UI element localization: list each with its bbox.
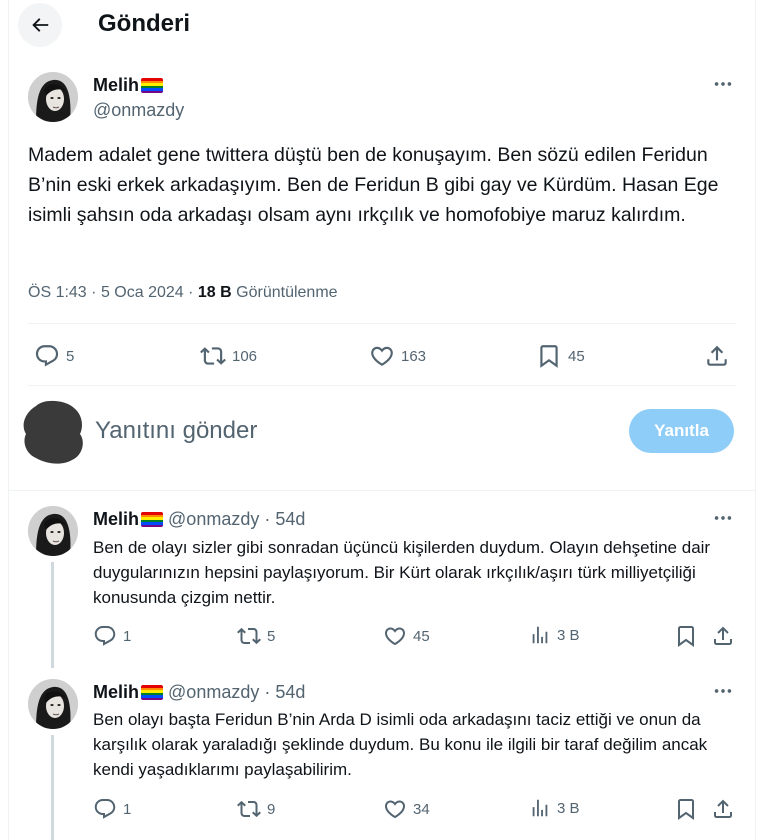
share-icon: [711, 797, 735, 821]
profile-photo: [28, 679, 78, 729]
avatar[interactable]: [28, 72, 78, 122]
reply-icon: [34, 343, 60, 369]
divider: [28, 323, 736, 324]
author-name[interactable]: Melih: [93, 74, 164, 96]
reply-age[interactable]: · 54d: [264, 682, 305, 702]
reply-author-handle[interactable]: @onmazdy: [168, 682, 259, 702]
more-options-button[interactable]: [709, 508, 737, 528]
heart-icon: [383, 624, 407, 648]
rainbow-flag-icon: [141, 78, 164, 93]
reply-icon: [93, 624, 117, 648]
tweet-meta: ÖS 1:43 · 5 Oca 2024 · 18 B Görüntülenme: [28, 284, 338, 301]
views-action[interactable]: 3 B: [529, 797, 580, 819]
bookmark-action[interactable]: 45: [536, 343, 585, 369]
views-icon: [529, 624, 551, 646]
thread-line: [51, 562, 54, 668]
reply-header: Melih @onmazdy · 54d: [93, 681, 305, 703]
bookmark-icon: [674, 797, 698, 821]
repost-icon: [200, 343, 226, 369]
more-icon: [712, 507, 734, 529]
rainbow-flag-icon: [141, 512, 164, 527]
views-label: Görüntülenme: [236, 284, 338, 301]
tweet-text: Madem adalet gene twittera düştü ben de …: [28, 144, 719, 226]
more-icon: [712, 73, 734, 95]
reply-input[interactable]: Yanıtını gönder: [95, 416, 257, 446]
tweet-date[interactable]: 5 Oca 2024: [101, 284, 184, 301]
share-action[interactable]: [704, 343, 730, 369]
reply-text: Ben de olayı sizler gibi sonradan üçüncü…: [93, 538, 711, 607]
reply-submit-button[interactable]: Yanıtla: [629, 409, 734, 453]
repost-icon: [237, 797, 261, 821]
profile-photo: [28, 72, 78, 122]
repost-action[interactable]: 5: [237, 624, 275, 648]
repost-action[interactable]: 106: [200, 343, 257, 369]
reply-icon: [93, 797, 117, 821]
repost-icon: [237, 624, 261, 648]
repost-action[interactable]: 9: [237, 797, 275, 821]
bookmark-action[interactable]: [674, 797, 698, 821]
like-action[interactable]: 34: [383, 797, 430, 821]
reply-age[interactable]: · 54d: [264, 509, 305, 529]
tweet-time[interactable]: ÖS 1:43: [28, 284, 87, 301]
share-action[interactable]: [711, 624, 735, 648]
bookmark-action[interactable]: [674, 624, 698, 648]
heart-icon: [383, 797, 407, 821]
views-count: 18 B: [197, 284, 232, 301]
share-action[interactable]: [711, 797, 735, 821]
reply-header: Melih @onmazdy · 54d: [93, 508, 305, 530]
page-title: Gönderi: [98, 10, 191, 37]
divider: [8, 490, 756, 491]
author-handle[interactable]: @onmazdy: [93, 99, 184, 121]
more-options-button[interactable]: [709, 74, 737, 94]
reply-author-name[interactable]: Melih: [93, 509, 139, 529]
reply-action[interactable]: 5: [34, 343, 74, 369]
thread-line: [51, 735, 54, 840]
reply-text: Ben olayı başta Feridun B’nin Arda D isi…: [93, 710, 708, 779]
divider: [28, 385, 736, 386]
arrow-left-icon: [32, 18, 49, 32]
like-action[interactable]: 45: [383, 624, 430, 648]
reply-action[interactable]: 1: [93, 624, 131, 648]
heart-icon: [369, 343, 395, 369]
profile-photo: [28, 506, 78, 556]
share-icon: [711, 624, 735, 648]
reply-action[interactable]: 1: [93, 797, 131, 821]
like-action[interactable]: 163: [369, 343, 426, 369]
rainbow-flag-icon: [141, 685, 164, 700]
current-user-avatar[interactable]: [22, 400, 84, 464]
reply-author-name[interactable]: Melih: [93, 682, 139, 702]
more-icon: [712, 680, 734, 702]
more-options-button[interactable]: [709, 681, 737, 701]
reply-author-handle[interactable]: @onmazdy: [168, 509, 259, 529]
views-icon: [529, 797, 551, 819]
share-icon: [704, 343, 730, 369]
back-button[interactable]: [18, 3, 62, 47]
reply-avatar[interactable]: [28, 506, 78, 556]
redacted-avatar: [23, 400, 83, 464]
bookmark-icon: [536, 343, 562, 369]
views-action[interactable]: 3 B: [529, 624, 580, 646]
reply-avatar[interactable]: [28, 679, 78, 729]
bookmark-icon: [674, 624, 698, 648]
